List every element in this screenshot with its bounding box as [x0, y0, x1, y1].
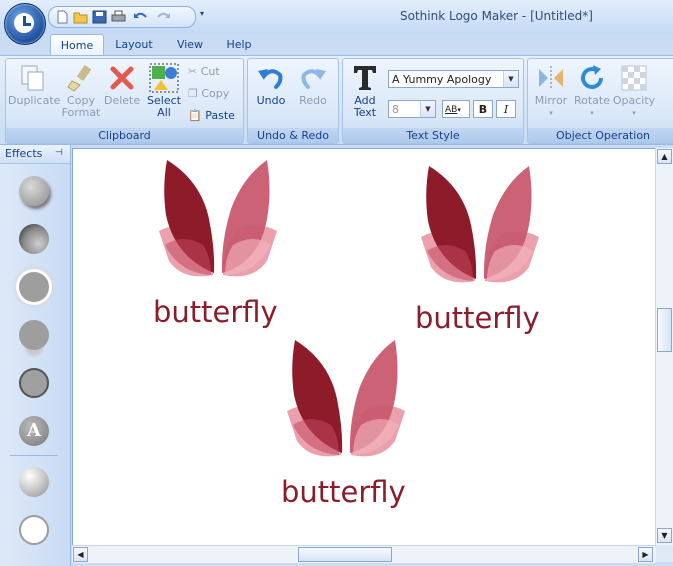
opacity-button[interactable]: Opacity ▾: [612, 63, 656, 119]
horizontal-scrollbar[interactable]: ◀ ▶: [72, 545, 656, 563]
chevron-down-icon: ▼: [503, 71, 518, 87]
tab-layout[interactable]: Layout: [110, 34, 158, 56]
copy-button[interactable]: ❐ Copy: [188, 87, 229, 100]
effect-gradient-fill[interactable]: [19, 467, 49, 497]
ribbon-tabs: Home Layout View Help: [0, 34, 673, 57]
object-operation-group: Mirror ▾ Rotate ▾ Opacity ▾ Object Opera…: [527, 58, 673, 144]
duplicate-icon: [21, 65, 44, 91]
scissors-icon: ✂: [188, 65, 198, 78]
font-name-select[interactable]: A Yummy Apology ▼: [388, 70, 519, 88]
butterfly-logo-graphic[interactable]: [153, 157, 283, 292]
effects-divider: [10, 455, 58, 456]
redo-button[interactable]: Redo: [294, 63, 332, 107]
undo-arrow-icon: [258, 69, 283, 89]
save-icon[interactable]: [92, 10, 107, 24]
select-all-shapes-icon: [149, 63, 179, 93]
horizontal-scroll-thumb[interactable]: [298, 547, 392, 562]
cut-button[interactable]: ✂ Cut: [188, 65, 220, 78]
open-folder-icon[interactable]: [73, 10, 88, 24]
rotate-icon: [581, 65, 603, 89]
butterfly-logo-graphic[interactable]: [281, 337, 411, 472]
delete-button[interactable]: Delete: [104, 63, 140, 107]
object-operation-group-label: Object Operation: [528, 128, 673, 143]
chevron-down-icon: ▼: [420, 101, 435, 117]
undo-button[interactable]: Undo: [252, 63, 290, 107]
undo-icon[interactable]: [133, 10, 148, 24]
title-bar: ▾ Sothink Logo Maker - [Untitled*]: [0, 0, 673, 34]
text-t-icon: [354, 66, 376, 90]
character-spacing-button[interactable]: AB▾: [442, 100, 470, 118]
copy-format-button[interactable]: Copy Format: [58, 63, 104, 119]
font-size-select[interactable]: 8 ▼: [388, 100, 436, 118]
pin-icon[interactable]: ⊣: [55, 148, 63, 158]
text-style-group: Add Text A Yummy Apology ▼ 8 ▼ AB▾ B I T…: [342, 58, 524, 144]
logo-text[interactable]: butterfly: [281, 475, 406, 509]
effect-no-fill[interactable]: [19, 515, 49, 545]
format-brush-icon: [67, 64, 92, 92]
ribbon: Duplicate Copy Format Delete Select All …: [0, 55, 673, 145]
opacity-checker-icon: [621, 65, 647, 91]
print-icon[interactable]: [111, 10, 126, 24]
rotate-button[interactable]: Rotate ▾: [572, 63, 612, 119]
clipboard-group: Duplicate Copy Format Delete Select All …: [5, 58, 244, 144]
add-text-button[interactable]: Add Text: [345, 63, 385, 119]
logo-text[interactable]: butterfly: [153, 295, 278, 329]
redo-arrow-icon: [301, 69, 326, 89]
undo-redo-group-label: Undo & Redo: [248, 128, 338, 143]
clipboard-group-label: Clipboard: [6, 128, 243, 143]
effects-panel: Effects ⊣ A: [0, 145, 71, 566]
application-menu-button[interactable]: [4, 3, 46, 45]
effect-glow[interactable]: [19, 272, 49, 302]
clipboard-paste-icon: 📋: [188, 109, 202, 122]
vertical-scrollbar[interactable]: ▲ ▼: [655, 148, 673, 545]
effects-panel-header: Effects ⊣: [0, 145, 70, 164]
vertical-scroll-thumb[interactable]: [657, 308, 672, 352]
quick-access-toolbar: [48, 6, 196, 28]
select-all-button[interactable]: Select All: [142, 63, 186, 119]
tab-home[interactable]: Home: [50, 34, 104, 57]
scroll-right-icon[interactable]: ▶: [638, 547, 653, 562]
butterfly-logo-graphic[interactable]: [415, 163, 545, 298]
scroll-up-icon[interactable]: ▲: [657, 149, 672, 164]
text-style-group-label: Text Style: [343, 128, 523, 143]
effects-panel-title: Effects: [5, 147, 43, 160]
undo-redo-group: Undo Redo Undo & Redo: [247, 58, 339, 144]
mirror-icon: [539, 66, 563, 90]
tab-help[interactable]: Help: [222, 34, 256, 56]
scrollbar-corner: [656, 545, 673, 562]
mirror-button[interactable]: Mirror ▾: [530, 63, 572, 119]
logo-text[interactable]: butterfly: [415, 301, 540, 335]
effect-stroke[interactable]: [19, 368, 49, 398]
italic-button[interactable]: I: [496, 100, 516, 118]
delete-x-icon: [110, 66, 134, 90]
bold-button[interactable]: B: [473, 100, 493, 118]
window-title: Sothink Logo Maker - [Untitled*]: [400, 9, 593, 23]
tab-view[interactable]: View: [172, 34, 208, 56]
redo-icon[interactable]: [156, 10, 171, 24]
qat-customize-icon[interactable]: ▾: [200, 9, 204, 18]
paste-button[interactable]: 📋 Paste: [188, 109, 235, 122]
effect-drop-shadow[interactable]: [19, 176, 49, 206]
duplicate-button[interactable]: Duplicate: [8, 63, 60, 107]
effect-reflection[interactable]: [19, 320, 49, 350]
design-canvas[interactable]: butterfly butterfly butterfly: [72, 148, 658, 547]
effect-text-style[interactable]: A: [19, 416, 49, 446]
new-file-icon[interactable]: [55, 10, 70, 24]
effect-bevel[interactable]: [19, 224, 49, 254]
scroll-left-icon[interactable]: ◀: [73, 547, 88, 562]
scroll-down-icon[interactable]: ▼: [657, 528, 672, 543]
copy-icon: ❐: [188, 87, 198, 100]
